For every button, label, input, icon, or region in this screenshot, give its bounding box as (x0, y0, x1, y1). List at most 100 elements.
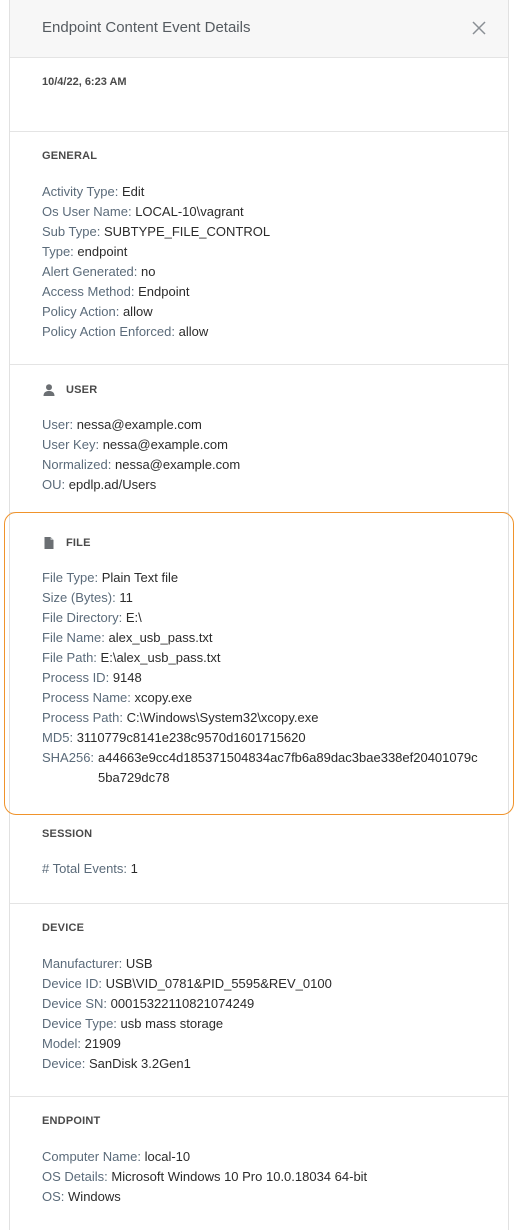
field-value: USB\VID_0781&PID_5595&REV_0100 (105, 976, 332, 991)
field-key: Device Type: (42, 1016, 117, 1031)
device-row-device-type: Device Type: usb mass storage (42, 1014, 492, 1034)
field-value: epdlp.ad/Users (68, 477, 157, 492)
file-row-process-path: Process Path: C:\Windows\System32\xcopy.… (42, 708, 492, 728)
device-rows: Manufacturer: USB Device ID: USB\VID_078… (42, 954, 492, 1074)
field-value: 9148 (112, 670, 142, 685)
user-title: USER (42, 383, 97, 397)
field-value: nessa@example.com (114, 457, 241, 472)
device-row-manufacturer: Manufacturer: USB (42, 954, 492, 974)
field-key: OS Details: (42, 1169, 108, 1184)
session-title-label: SESSION (42, 828, 93, 840)
field-value: nessa@example.com (102, 437, 228, 452)
file-title-label: FILE (66, 537, 91, 549)
file-row-file-directory: File Directory: E:\ (42, 608, 492, 628)
field-key: Os User Name: (42, 204, 132, 219)
field-key: Computer Name: (42, 1149, 141, 1164)
user-row-user: User: nessa@example.com (42, 415, 492, 435)
field-key: OS: (42, 1189, 65, 1204)
close-icon[interactable] (472, 21, 486, 35)
field-key: User: (42, 417, 74, 432)
session-rows: # Total Events: 1 (42, 859, 492, 879)
event-details-panel: Endpoint Content Event Details 10/4/22, … (9, 0, 509, 1230)
general-row-activity-type: Activity Type: Edit (42, 182, 492, 202)
general-rows: Activity Type: Edit Os User Name: LOCAL-… (42, 182, 492, 342)
user-rows: User: nessa@example.com User Key: nessa@… (42, 415, 492, 495)
file-row-process-id: Process ID: 9148 (42, 668, 492, 688)
file-row-size: Size (Bytes): 11 (42, 588, 492, 608)
field-key: File Type: (42, 570, 99, 585)
file-row-sha256: SHA256: a44663e9cc4d185371504834ac7fb6a89… (42, 748, 492, 788)
field-key: Device ID: (42, 976, 102, 991)
field-key: Size (Bytes): (42, 590, 116, 605)
file-row-md5: MD5: 3110779c8141e238c9570d1601715620 (42, 728, 492, 748)
field-key: File Name: (42, 630, 105, 645)
event-date: 10/4/22, 6:23 AM (42, 76, 127, 88)
field-key: Policy Action: (42, 304, 120, 319)
file-row-file-name: File Name: alex_usb_pass.txt (42, 628, 492, 648)
field-value: endpoint (77, 244, 128, 259)
field-value: no (141, 264, 156, 279)
panel-header: Endpoint Content Event Details (10, 0, 508, 58)
field-key: Normalized: (42, 457, 112, 472)
device-row-device-id: Device ID: USB\VID_0781&PID_5595&REV_010… (42, 974, 492, 994)
field-value: Microsoft Windows 10 Pro 10.0.18034 64-b… (111, 1169, 368, 1184)
field-value: allow (178, 324, 209, 339)
field-key: Manufacturer: (42, 956, 123, 971)
field-value: 3110779c8141e238c9570d1601715620 (76, 730, 306, 745)
user-row-user-key: User Key: nessa@example.com (42, 435, 492, 455)
field-value: Endpoint (138, 284, 190, 299)
general-title: GENERAL (42, 150, 97, 162)
field-value: E:\ (125, 610, 142, 625)
general-title-label: GENERAL (42, 150, 98, 162)
field-key: Type: (42, 244, 74, 259)
field-key: Access Method: (42, 284, 135, 299)
general-section: GENERAL Activity Type: Edit Os User Name… (10, 132, 508, 365)
file-row-process-name: Process Name: xcopy.exe (42, 688, 492, 708)
field-key: Device: (42, 1056, 86, 1071)
user-section: USER User: nessa@example.com User Key: n… (10, 365, 508, 513)
field-value: 21909 (84, 1036, 121, 1051)
field-key: File Path: (42, 650, 97, 665)
event-date-section: 10/4/22, 6:23 AM (10, 58, 508, 132)
field-value: Edit (121, 184, 145, 199)
field-value: E:\alex_usb_pass.txt (100, 650, 221, 665)
field-key: Activity Type: (42, 184, 119, 199)
field-key: MD5: (42, 730, 74, 745)
field-key: OU: (42, 477, 66, 492)
device-row-device-sn: Device SN: 00015322110821074249 (42, 994, 492, 1014)
field-value: SanDisk 3.2Gen1 (88, 1056, 191, 1071)
field-value: C:\Windows\System32\xcopy.exe (126, 710, 319, 725)
file-title: FILE (42, 536, 91, 550)
general-row-policy-action: Policy Action: allow (42, 302, 492, 322)
field-value: Plain Text file (101, 570, 179, 585)
general-row-alert-generated: Alert Generated: no (42, 262, 492, 282)
device-row-model: Model: 21909 (42, 1034, 492, 1054)
general-row-sub-type: Sub Type: SUBTYPE_FILE_CONTROL (42, 222, 492, 242)
session-row-total-events: # Total Events: 1 (42, 859, 492, 879)
field-value: 11 (119, 590, 133, 605)
field-key: Alert Generated: (42, 264, 138, 279)
field-value: xcopy.exe (134, 690, 193, 705)
field-key: Model: (42, 1036, 82, 1051)
file-section: FILE File Type: Plain Text file Size (By… (10, 518, 508, 808)
session-title: SESSION (42, 828, 92, 840)
general-row-access-method: Access Method: Endpoint (42, 282, 492, 302)
user-row-normalized: Normalized: nessa@example.com (42, 455, 492, 475)
file-icon (44, 537, 54, 549)
file-row-file-path: File Path: E:\alex_usb_pass.txt (42, 648, 492, 668)
endpoint-title-label: ENDPOINT (42, 1115, 101, 1127)
field-key: File Directory: (42, 610, 123, 625)
field-value: usb mass storage (120, 1016, 224, 1031)
endpoint-title: ENDPOINT (42, 1115, 100, 1127)
user-title-label: USER (66, 384, 98, 396)
field-value: allow (122, 304, 153, 319)
general-row-type: Type: endpoint (42, 242, 492, 262)
general-row-policy-action-enforced: Policy Action Enforced: allow (42, 322, 492, 342)
user-row-ou: OU: epdlp.ad/Users (42, 475, 492, 495)
field-value: a44663e9cc4d185371504834ac7fb6a89dac3bae… (98, 750, 478, 785)
endpoint-rows: Computer Name: local-10 OS Details: Micr… (42, 1147, 492, 1207)
field-value: LOCAL-10\vagrant (135, 204, 244, 219)
device-row-device: Device: SanDisk 3.2Gen1 (42, 1054, 492, 1074)
device-title: DEVICE (42, 922, 84, 934)
field-value: 1 (130, 861, 138, 876)
